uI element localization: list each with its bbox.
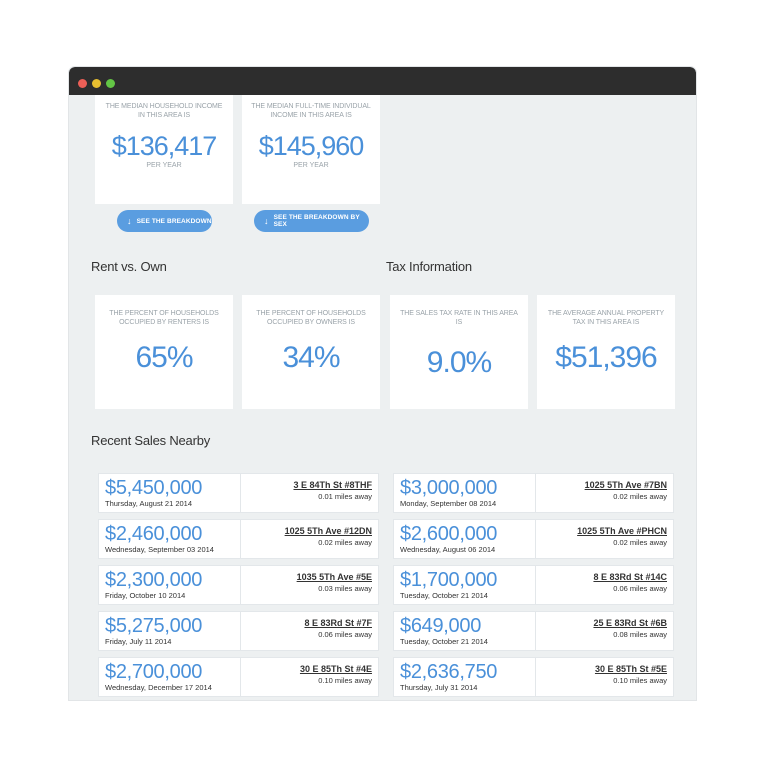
sale-distance: 0.08 miles away	[613, 630, 667, 639]
arrow-down-icon: ↓	[127, 216, 132, 226]
divider	[240, 474, 241, 512]
divider	[535, 566, 536, 604]
sale-row: $2,636,750 Thursday, July 31 2014 30 E 85…	[393, 657, 674, 697]
sale-address-link[interactable]: 8 E 83Rd St #14C	[593, 572, 667, 582]
owners-caption: THE PERCENT OF HOUSEHOLDS OCCUPIED BY OW…	[256, 310, 366, 326]
sale-date: Friday, October 10 2014	[105, 591, 186, 600]
see-breakdown-label: SEE THE BREAKDOWN	[136, 217, 212, 225]
maximize-window-button[interactable]	[106, 79, 115, 88]
sales-tax-card: THE SALES TAX RATE IN THIS AREA IS 9.0%	[390, 295, 528, 409]
recent-sales-title: Recent Sales Nearby	[91, 433, 211, 448]
sale-price: $3,000,000	[400, 477, 498, 499]
sale-row: $1,700,000 Tuesday, October 21 2014 8 E 8…	[393, 565, 674, 605]
sale-address-link[interactable]: 30 E 85Th St #4E	[300, 664, 372, 674]
household-income-card: THE MEDIAN HOUSEHOLD INCOME IN THIS AREA…	[95, 95, 233, 204]
sale-address-link[interactable]: 8 E 83Rd St #7F	[304, 618, 372, 628]
sale-date: Thursday, August 21 2014	[105, 499, 193, 508]
sale-date: Wednesday, December 17 2014	[105, 683, 212, 692]
divider	[535, 658, 536, 696]
see-breakdown-by-sex-button[interactable]: ↓ SEE THE BREAKDOWN BY SEX	[254, 210, 369, 232]
sale-date: Wednesday, September 03 2014	[105, 545, 214, 554]
sale-distance: 0.02 miles away	[613, 538, 667, 547]
sale-address-link[interactable]: 30 E 85Th St #5E	[595, 664, 667, 674]
sales-tax-caption: THE SALES TAX RATE IN THIS AREA IS	[400, 310, 518, 326]
sale-price: $649,000	[400, 615, 482, 637]
household-income-value: $136,417	[111, 131, 218, 161]
sale-address-link[interactable]: 1025 5Th Ave #7BN	[585, 480, 667, 490]
sale-address-link[interactable]: 1025 5Th Ave #PHCN	[577, 526, 667, 536]
sale-distance: 0.10 miles away	[318, 676, 372, 685]
individual-income-unit: PER YEAR	[293, 162, 329, 169]
sale-price: $2,700,000	[105, 661, 203, 683]
property-tax-caption: THE AVERAGE ANNUAL PROPERTY TAX IN THIS …	[547, 310, 665, 326]
sale-price: $5,275,000	[105, 615, 203, 637]
renters-caption: THE PERCENT OF HOUSEHOLDS OCCUPIED BY RE…	[109, 310, 219, 326]
divider	[535, 520, 536, 558]
sale-row: $2,460,000 Wednesday, September 03 2014 1…	[98, 519, 379, 559]
window-titlebar	[69, 67, 696, 95]
household-income-caption: THE MEDIAN HOUSEHOLD INCOME IN THIS AREA…	[105, 103, 223, 119]
sale-distance: 0.01 miles away	[318, 492, 372, 501]
individual-income-caption: THE MEDIAN FULL-TIME INDIVIDUAL INCOME I…	[251, 103, 371, 119]
individual-income-card: THE MEDIAN FULL-TIME INDIVIDUAL INCOME I…	[242, 95, 380, 204]
see-breakdown-button[interactable]: ↓ SEE THE BREAKDOWN	[117, 210, 212, 232]
sale-distance: 0.10 miles away	[613, 676, 667, 685]
close-window-button[interactable]	[78, 79, 87, 88]
sale-price: $2,636,750	[400, 661, 498, 683]
divider	[535, 474, 536, 512]
sale-price: $1,700,000	[400, 569, 498, 591]
owners-value: 34%	[282, 341, 340, 374]
sale-address-link[interactable]: 1035 5Th Ave #5E	[297, 572, 372, 582]
sale-address-link[interactable]: 1025 5Th Ave #12DN	[285, 526, 372, 536]
sale-date: Tuesday, October 21 2014	[400, 591, 488, 600]
sales-tax-value: 9.0%	[426, 346, 492, 379]
sale-date: Friday, July 11 2014	[105, 637, 172, 646]
sale-date: Monday, September 08 2014	[400, 499, 497, 508]
divider	[240, 566, 241, 604]
sale-distance: 0.02 miles away	[318, 538, 372, 547]
sale-price: $2,460,000	[105, 523, 203, 545]
sale-price: $2,300,000	[105, 569, 203, 591]
tax-information-title: Tax Information	[386, 259, 472, 274]
property-tax-card: THE AVERAGE ANNUAL PROPERTY TAX IN THIS …	[537, 295, 675, 409]
owners-card: THE PERCENT OF HOUSEHOLDS OCCUPIED BY OW…	[242, 295, 380, 409]
sale-row: $2,600,000 Wednesday, August 06 2014 1025…	[393, 519, 674, 559]
sale-distance: 0.06 miles away	[318, 630, 372, 639]
renters-card: THE PERCENT OF HOUSEHOLDS OCCUPIED BY RE…	[95, 295, 233, 409]
property-tax-value: $51,396	[555, 341, 657, 374]
sale-row: $5,275,000 Friday, July 11 2014 8 E 83Rd …	[98, 611, 379, 651]
divider	[240, 658, 241, 696]
divider	[535, 612, 536, 650]
sale-row: $2,300,000 Friday, October 10 2014 1035 5…	[98, 565, 379, 605]
sale-row: $649,000 Tuesday, October 21 2014 25 E 83…	[393, 611, 674, 651]
sale-date: Tuesday, October 21 2014	[400, 637, 488, 646]
renters-value: 65%	[135, 341, 193, 374]
page-content: THE MEDIAN HOUSEHOLD INCOME IN THIS AREA…	[69, 95, 696, 700]
household-income-unit: PER YEAR	[146, 162, 182, 169]
sale-distance: 0.03 miles away	[318, 584, 372, 593]
individual-income-value: $145,960	[258, 131, 365, 161]
sale-date: Thursday, July 31 2014	[400, 683, 478, 692]
arrow-down-icon: ↓	[264, 216, 269, 226]
sale-price: $5,450,000	[105, 477, 203, 499]
rent-vs-own-title: Rent vs. Own	[91, 259, 167, 274]
sale-address-link[interactable]: 3 E 84Th St #8THF	[293, 480, 372, 490]
divider	[240, 612, 241, 650]
sale-price: $2,600,000	[400, 523, 498, 545]
sale-row: $2,700,000 Wednesday, December 17 2014 30…	[98, 657, 379, 697]
minimize-window-button[interactable]	[92, 79, 101, 88]
browser-window: THE MEDIAN HOUSEHOLD INCOME IN THIS AREA…	[69, 67, 696, 700]
sale-row: $5,450,000 Thursday, August 21 2014 3 E 8…	[98, 473, 379, 513]
sale-address-link[interactable]: 25 E 83Rd St #6B	[593, 618, 667, 628]
see-breakdown-by-sex-label: SEE THE BREAKDOWN BY SEX	[273, 214, 360, 228]
sale-row: $3,000,000 Monday, September 08 2014 1025…	[393, 473, 674, 513]
divider	[240, 520, 241, 558]
sale-distance: 0.06 miles away	[613, 584, 667, 593]
sale-distance: 0.02 miles away	[613, 492, 667, 501]
sale-date: Wednesday, August 06 2014	[400, 545, 496, 554]
